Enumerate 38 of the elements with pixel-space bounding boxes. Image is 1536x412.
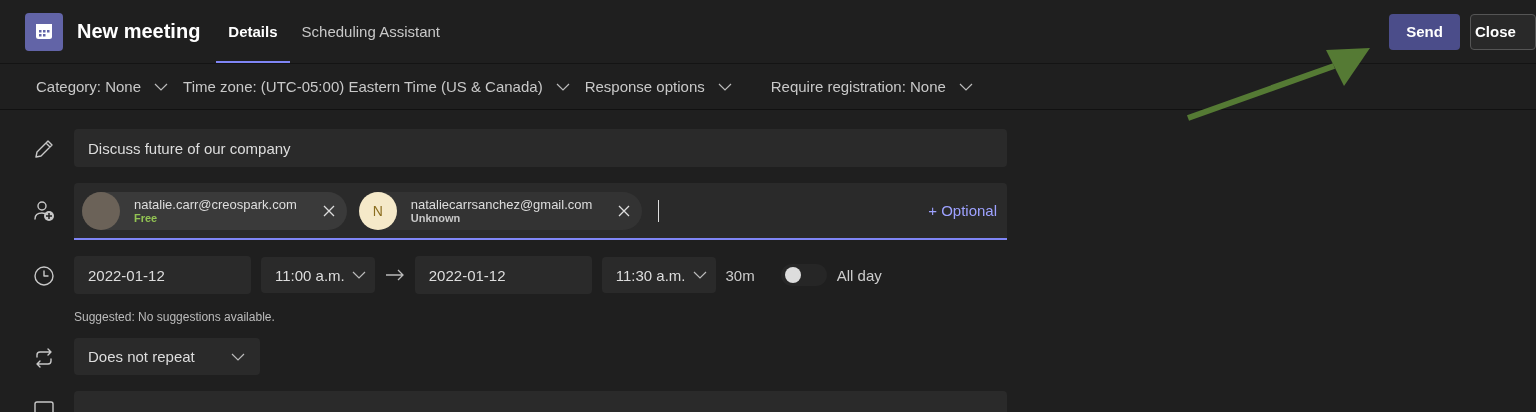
person-add-icon <box>33 200 55 222</box>
time-dropdown[interactable]: 11:30 a.m. <box>601 257 716 293</box>
send-button[interactable]: Send <box>1389 13 1460 50</box>
close-icon[interactable] <box>322 204 335 217</box>
repeat-icon <box>33 347 55 369</box>
attendee-field[interactable]: natalie.carr@creospark.com Free N nataliecarrsanchez@gmail.com Unknown + Optional <box>74 183 1007 240</box>
close-button[interactable]: Close <box>1470 13 1536 50</box>
avatar: N <box>358 191 397 230</box>
arrow-right-icon <box>384 269 405 281</box>
date-field[interactable]: 2022-01-12 <box>74 256 251 294</box>
attendee-chip[interactable]: N nataliecarrsanchez@gmail.com Unknown <box>358 191 643 230</box>
status-text: Free <box>134 212 159 224</box>
photo-placeholder <box>82 191 120 230</box>
date-field[interactable]: 2022-01-12 <box>414 256 592 294</box>
clock-icon <box>33 265 55 287</box>
close-icon[interactable] <box>618 204 631 217</box>
email-text: nataliecarrsanchez@gmail.com <box>410 197 593 212</box>
pencil-icon <box>33 138 55 160</box>
tab[interactable]: Details <box>216 0 290 63</box>
title-field[interactable]: Discuss future of our company <box>74 129 1007 167</box>
toggle-switch[interactable] <box>780 264 827 286</box>
dropdown[interactable]: Category: None <box>36 78 170 95</box>
email-text: natalie.carr@creospark.com <box>134 197 297 212</box>
attendee-chip[interactable]: natalie.carr@creospark.com Free <box>82 191 347 230</box>
calendar-icon <box>25 12 63 51</box>
duration-text: 30m <box>725 266 755 284</box>
window-title: New meeting <box>77 20 201 43</box>
status-text: Unknown <box>410 212 462 224</box>
text-cursor <box>658 199 660 222</box>
optional-link[interactable]: + Optional <box>928 202 997 219</box>
toggle-label: All day <box>836 266 882 284</box>
dropdown[interactable]: Time zone: (UTC-05:00) Eastern Time (US & Canada) <box>183 78 571 95</box>
dropdown[interactable]: Response options <box>584 78 733 95</box>
time-dropdown[interactable]: 11:00 a.m. <box>261 257 375 293</box>
repeat-dropdown[interactable]: Does not repeat <box>74 338 260 375</box>
dropdown[interactable]: Require registration: None <box>770 78 974 95</box>
tab[interactable]: Scheduling Assistant <box>289 0 452 63</box>
suggestion-text: Suggested: No suggestions available. <box>74 310 276 324</box>
